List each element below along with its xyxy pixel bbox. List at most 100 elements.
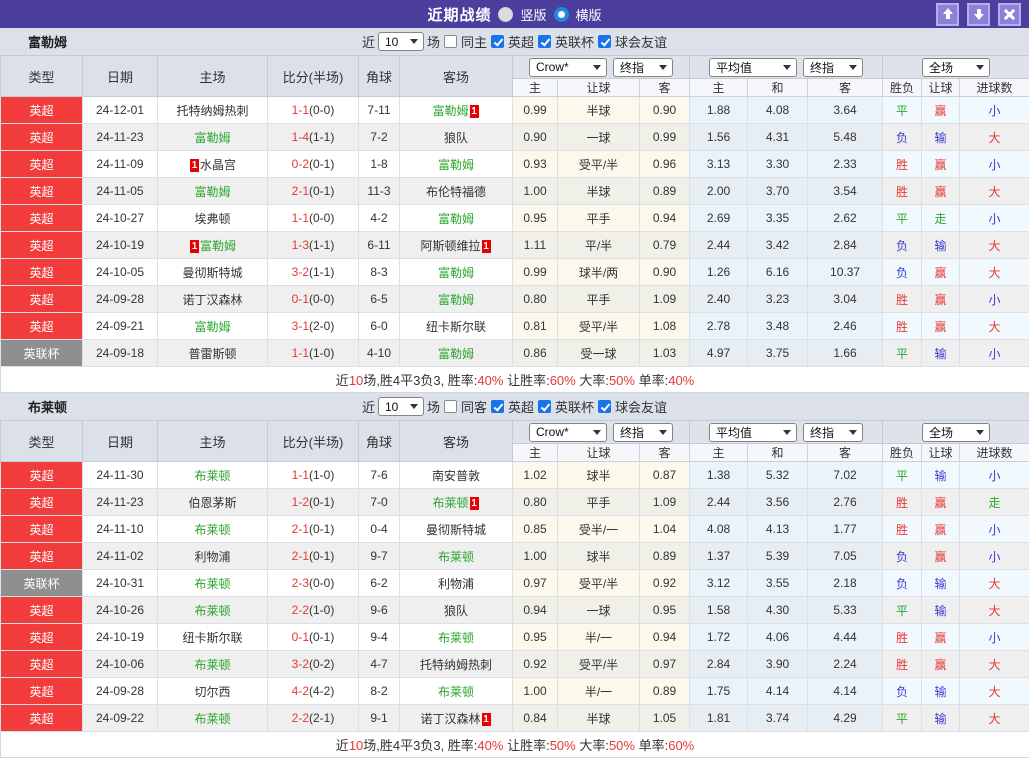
- score-cell: 2-2(1-0): [268, 597, 359, 624]
- away-odds-cell: 0.99: [640, 124, 690, 151]
- away-team-cell: 布莱顿1: [400, 489, 513, 516]
- unit-label: 场: [427, 397, 440, 416]
- average-odds-select[interactable]: 平均值: [709, 58, 797, 77]
- avg-away-cell: 2.84: [808, 232, 883, 259]
- league-type-cell: 英联杯: [1, 570, 83, 597]
- odds-source-select[interactable]: Crow*: [529, 58, 607, 77]
- date-cell: 24-09-18: [83, 340, 158, 367]
- home-team-cell: 普雷斯顿: [158, 340, 268, 367]
- league-checkbox-eflcup[interactable]: [538, 400, 551, 413]
- league-type-cell: 英超: [1, 124, 83, 151]
- league-label-friendly: 球会友谊: [615, 32, 667, 51]
- vertical-radio[interactable]: [498, 7, 513, 22]
- match-row: 英联杯24-09-18普雷斯顿1-1(1-0)4-10富勒姆0.86受一球1.0…: [1, 340, 1029, 367]
- avg-away-cell: 2.24: [808, 651, 883, 678]
- avg-away-cell: 2.76: [808, 489, 883, 516]
- match-row: 英超24-09-28切尔西4-2(4-2)8-2布莱顿1.00半/一0.891.…: [1, 678, 1029, 705]
- match-count-select[interactable]: 10: [378, 397, 424, 416]
- avg-away-cell: 5.33: [808, 597, 883, 624]
- home-odds-cell: 0.94: [513, 597, 558, 624]
- avg-draw-cell: 6.16: [748, 259, 808, 286]
- avg-home-cell: 1.38: [690, 462, 748, 489]
- home-team-name: 利物浦: [194, 550, 230, 564]
- horizontal-radio[interactable]: [554, 7, 569, 22]
- away-team-cell: 纽卡斯尔联: [400, 313, 513, 340]
- home-team-cell: 伯恩茅斯: [158, 489, 268, 516]
- home-team-name: 布莱顿: [194, 658, 230, 672]
- league-checkbox-epl[interactable]: [491, 35, 504, 48]
- date-cell: 24-09-21: [83, 313, 158, 340]
- goals-cell: 大: [960, 678, 1029, 705]
- full-match-select[interactable]: 全场: [922, 423, 990, 442]
- corner-cell: 6-2: [359, 570, 400, 597]
- corner-cell: 9-1: [359, 705, 400, 732]
- summary-text: 近10场,胜4平3负3, 胜率:40% 让胜率:60% 大率:50% 单率:40…: [1, 367, 1029, 393]
- sub-header-handicap-result: 让球: [922, 79, 960, 97]
- results-table: 类型 日期 主场 比分(半场) 角球 客场 Crow* 终指 平均值: [0, 55, 1029, 393]
- same-venue-label: 同客: [461, 397, 487, 416]
- avg-away-cell: 5.48: [808, 124, 883, 151]
- score-cell: 2-1(0-1): [268, 178, 359, 205]
- avg-draw-cell: 3.56: [748, 489, 808, 516]
- result-cell: 负: [883, 678, 922, 705]
- handicap-result-cell: 赢: [922, 286, 960, 313]
- avg-draw-cell: 4.30: [748, 597, 808, 624]
- halftime-score: (1-0): [309, 468, 334, 482]
- handicap-cell: 平手: [558, 286, 640, 313]
- fulltime-score: 2-2: [292, 603, 309, 617]
- league-type-cell: 英超: [1, 462, 83, 489]
- move-down-button[interactable]: [967, 3, 990, 26]
- fulltime-score: 2-1: [292, 184, 309, 198]
- away-odds-cell: 0.79: [640, 232, 690, 259]
- avg-home-cell: 2.40: [690, 286, 748, 313]
- league-checkbox-friendly[interactable]: [598, 35, 611, 48]
- avg-draw-cell: 3.75: [748, 340, 808, 367]
- average-odds-select[interactable]: 平均值: [709, 423, 797, 442]
- league-label-epl: 英超: [508, 397, 534, 416]
- league-checkbox-friendly[interactable]: [598, 400, 611, 413]
- league-type-cell: 英超: [1, 286, 83, 313]
- summary-label: 大率:: [576, 738, 609, 753]
- average-group-header: 平均值 终指: [690, 56, 883, 79]
- odds-source-select[interactable]: Crow*: [529, 423, 607, 442]
- avg-draw-cell: 4.06: [748, 624, 808, 651]
- home-odds-cell: 1.00: [513, 678, 558, 705]
- close-button[interactable]: [998, 3, 1021, 26]
- move-up-button[interactable]: [936, 3, 959, 26]
- corner-cell: 4-7: [359, 651, 400, 678]
- match-row: 英联杯24-10-31布莱顿2-3(0-0)6-2利物浦0.97受平/半0.92…: [1, 570, 1029, 597]
- chevron-down-icon: [593, 430, 601, 435]
- away-odds-cell: 1.05: [640, 705, 690, 732]
- date-cell: 24-11-05: [83, 178, 158, 205]
- handicap-result-cell: 赢: [922, 313, 960, 340]
- handicap-cell: 球半/两: [558, 259, 640, 286]
- avg-home-cell: 2.00: [690, 178, 748, 205]
- home-team-name: 切尔西: [194, 685, 230, 699]
- home-team-name: 水晶宫: [200, 158, 236, 172]
- full-match-select[interactable]: 全场: [922, 58, 990, 77]
- avg-draw-cell: 4.13: [748, 516, 808, 543]
- final-odds-select[interactable]: 终指: [613, 58, 673, 77]
- final-average-select[interactable]: 终指: [803, 423, 863, 442]
- same-venue-checkbox[interactable]: [444, 400, 457, 413]
- avg-home-cell: 1.88: [690, 97, 748, 124]
- match-count-select[interactable]: 10: [378, 32, 424, 51]
- final-odds-select[interactable]: 终指: [613, 423, 673, 442]
- home-odds-cell: 0.84: [513, 705, 558, 732]
- avg-home-cell: 1.72: [690, 624, 748, 651]
- horizontal-radio-label[interactable]: 横版: [576, 5, 602, 24]
- home-odds-cell: 0.99: [513, 259, 558, 286]
- same-venue-checkbox[interactable]: [444, 35, 457, 48]
- result-cell: 胜: [883, 151, 922, 178]
- avg-home-cell: 1.75: [690, 678, 748, 705]
- final-average-select[interactable]: 终指: [803, 58, 863, 77]
- date-cell: 24-10-06: [83, 651, 158, 678]
- away-odds-cell: 0.89: [640, 178, 690, 205]
- match-row: 英超24-11-02利物浦2-1(0-1)9-7布莱顿1.00球半0.891.3…: [1, 543, 1029, 570]
- date-cell: 24-11-09: [83, 151, 158, 178]
- away-team-cell: 富勒姆: [400, 151, 513, 178]
- league-checkbox-epl[interactable]: [491, 400, 504, 413]
- vertical-radio-label[interactable]: 竖版: [520, 5, 546, 24]
- league-checkbox-eflcup[interactable]: [538, 35, 551, 48]
- away-team-cell: 利物浦: [400, 570, 513, 597]
